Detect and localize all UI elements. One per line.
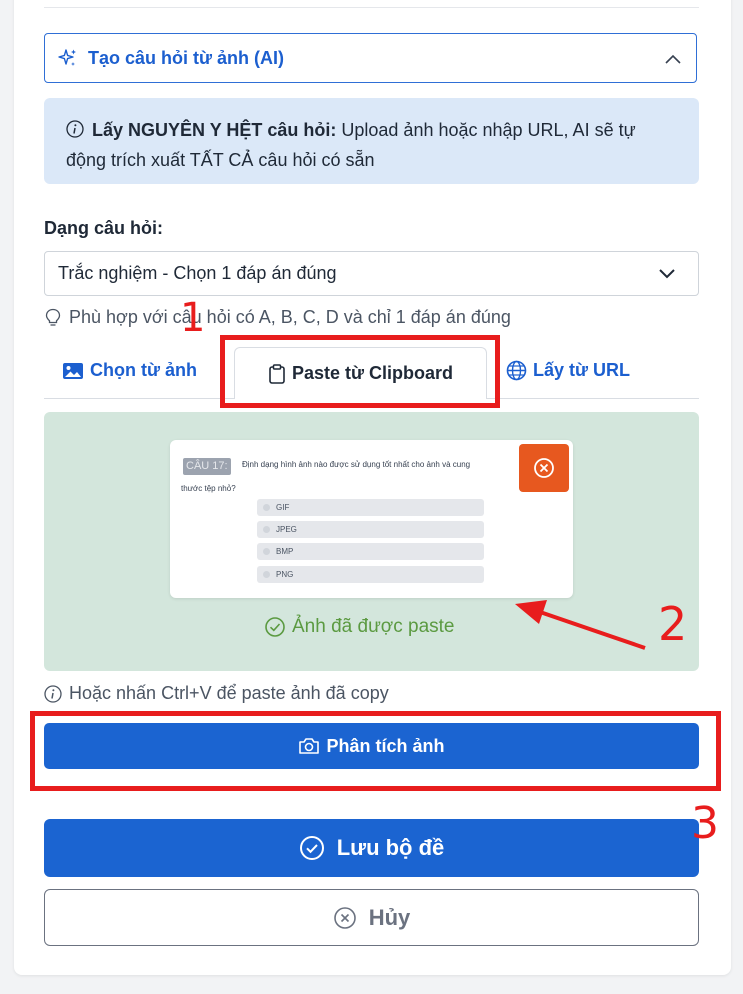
question-badge: CÂU 17: xyxy=(183,458,231,475)
question-text-cont: thước tệp nhỏ? xyxy=(181,484,236,493)
hint-text: Phù hợp với câu hỏi có A, B, C, D và chỉ… xyxy=(69,307,511,327)
ctrl-hint-text: Hoặc nhấn Ctrl+V để paste ảnh đã copy xyxy=(69,683,389,703)
step-number-3: 3 xyxy=(691,798,719,849)
tab-label: Lấy từ URL xyxy=(533,360,631,380)
step-number-2: 2 xyxy=(658,597,688,651)
option-item: BMP xyxy=(257,543,484,560)
paste-status: Ảnh đã được paste xyxy=(264,616,455,638)
tab-choose-image[interactable]: Chọn từ ảnh xyxy=(62,360,197,381)
option-item: JPEG xyxy=(257,521,484,538)
chevron-down-icon xyxy=(659,269,675,279)
info-icon xyxy=(66,120,84,138)
save-label: Lưu bộ đề xyxy=(336,835,445,860)
ctrl-v-hint: Hoặc nhấn Ctrl+V để paste ảnh đã copy xyxy=(44,683,389,704)
cancel-label: Hủy xyxy=(368,904,411,930)
question-type-select[interactable]: Trắc nghiệm - Chọn 1 đáp án đúng xyxy=(44,251,699,296)
ai-section-title: Tạo câu hỏi từ ảnh (AI) xyxy=(88,47,285,68)
chevron-up-icon xyxy=(665,54,681,64)
highlight-box-step1 xyxy=(220,335,500,408)
divider xyxy=(44,7,699,8)
check-circle-icon xyxy=(265,617,285,637)
lightbulb-icon xyxy=(45,308,61,326)
paste-status-text: Ảnh đã được paste xyxy=(292,616,455,637)
option-item: PNG xyxy=(257,566,484,583)
info-icon xyxy=(44,684,62,703)
info-box: Lấy NGUYÊN Y HỆT câu hỏi: Upload ảnh hoặ… xyxy=(44,98,699,184)
question-type-hint: Phù hợp với câu hỏi có A, B, C, D và chỉ… xyxy=(44,307,511,328)
sparkle-icon xyxy=(58,49,76,66)
image-icon xyxy=(63,362,83,379)
tab-from-url[interactable]: Lấy từ URL xyxy=(506,360,630,381)
save-set-button[interactable]: Lưu bộ đề xyxy=(44,819,699,877)
cancel-button[interactable]: Hủy xyxy=(44,889,699,946)
info-bold-text: Lấy NGUYÊN Y HỆT câu hỏi: xyxy=(92,120,337,140)
remove-image-button[interactable] xyxy=(519,444,569,492)
check-circle-icon xyxy=(299,836,324,860)
pasted-image-preview: CÂU 17: Định dạng hình ảnh nào được sử d… xyxy=(170,440,573,598)
question-type-label: Dạng câu hỏi: xyxy=(44,218,164,238)
close-circle-icon xyxy=(534,458,554,478)
highlight-box-step3 xyxy=(30,711,721,791)
close-circle-icon xyxy=(333,906,356,929)
step-number-1: 1 xyxy=(180,295,206,341)
option-item: GIF xyxy=(257,499,484,516)
tab-label: Chọn từ ảnh xyxy=(90,360,198,380)
question-text: Định dạng hình ảnh nào được sử dụng tốt … xyxy=(242,460,471,469)
ai-section-toggle[interactable]: Tạo câu hỏi từ ảnh (AI) xyxy=(44,33,697,83)
globe-icon xyxy=(506,360,527,381)
question-type-value: Trắc nghiệm - Chọn 1 đáp án đúng xyxy=(58,263,337,283)
